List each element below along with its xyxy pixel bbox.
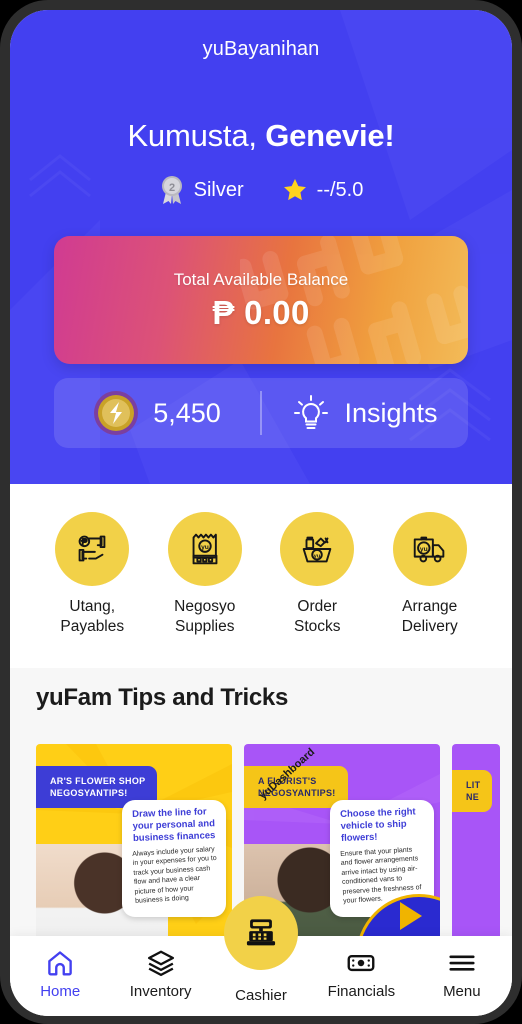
action-circle: yu: [392, 512, 467, 586]
quick-action-order-stocks[interactable]: yu Order Stocks: [269, 512, 365, 637]
quick-action-utang-payables[interactable]: Utang, Payables: [44, 512, 140, 637]
section-title: yuFam Tips and Tricks: [36, 684, 289, 711]
action-label: Negosyo Supplies: [174, 597, 235, 637]
label-line-1: Order: [297, 598, 338, 615]
action-label: Arrange Delivery: [402, 597, 458, 637]
svg-text:2: 2: [169, 182, 175, 194]
action-circle: yu: [167, 512, 242, 586]
svg-text:yu: yu: [314, 554, 321, 560]
badges-row: 2 Silver --/5.0: [10, 175, 512, 205]
bubble-title: Draw the line for your personal and busi…: [132, 806, 216, 844]
heading-line-2: NE: [466, 792, 480, 803]
coin-medal-icon: [94, 391, 139, 435]
nav-label: Inventory: [129, 983, 192, 1000]
balance-label: Total Available Balance: [173, 270, 349, 289]
rating-badge[interactable]: --/5.0: [282, 177, 364, 203]
insights-button[interactable]: Insights: [262, 393, 468, 433]
greeting-text: Kumusta, Genevie!: [10, 118, 512, 154]
home-icon: [48, 951, 73, 976]
cashier-fab-label: Cashier: [235, 987, 287, 1004]
hamburger-menu-icon: [449, 955, 475, 971]
heading-line-1: LIT: [466, 780, 481, 790]
label-line-2: Payables: [60, 617, 125, 635]
label-line-1: Utang,: [69, 598, 116, 615]
insights-label: Insights: [344, 397, 438, 428]
label-line-2: Stocks: [293, 617, 341, 635]
quick-action-arrange-delivery[interactable]: yu Arrange Delivery: [382, 512, 478, 637]
balance-amount: ₱ 0.00: [54, 294, 468, 332]
heading-line-1: AR'S FLOWER SHOP: [50, 776, 146, 786]
supply-bag-icon: yu: [192, 533, 218, 565]
layers-icon: [147, 950, 174, 977]
hands-exchange-peso-icon: [78, 535, 106, 562]
points-value: 5,450: [153, 397, 221, 428]
nav-label: Financials: [327, 983, 396, 1000]
points-insights-bar: 5,450 Insights: [54, 378, 468, 448]
action-circle: [55, 512, 130, 586]
basket-goods-icon: yu: [302, 536, 332, 563]
action-label: Order Stocks: [294, 597, 341, 637]
rating-value: --/5.0: [316, 178, 364, 201]
nav-item-financials[interactable]: Financials: [311, 936, 411, 1000]
tier-label: Silver: [193, 178, 244, 201]
app-title: yuBayanihan: [202, 38, 320, 60]
nav-item-inventory[interactable]: Inventory: [110, 936, 210, 1000]
greeting-prefix: Kumusta,: [127, 118, 266, 153]
app-screen: yuBayanihan Kumusta, Genevie! 2 Silver -…: [10, 10, 512, 1016]
label-line-1: Arrange: [402, 598, 458, 615]
tip-speech-bubble: Draw the line for your personal and busi…: [122, 800, 226, 917]
lightbulb-icon: [294, 395, 329, 429]
phone-device-frame: yuBayanihan Kumusta, Genevie! 2 Silver -…: [0, 0, 522, 1024]
balance-value: 0.00: [244, 294, 310, 331]
currency-symbol: ₱: [212, 294, 235, 331]
banknote-icon: [347, 954, 375, 972]
arrow-wedge-decoration: [400, 902, 422, 930]
label-line-2: Supplies: [175, 617, 235, 635]
star-icon: [283, 178, 306, 201]
delivery-truck-icon: yu: [413, 536, 445, 563]
heading-line-2: NEGOSYANTIPS!: [50, 788, 128, 799]
silver-medal-icon: 2: [161, 176, 182, 204]
label-line-1: Negosyo: [174, 598, 236, 615]
cash-register-icon: [246, 919, 276, 946]
action-label: Utang, Payables: [60, 597, 124, 637]
cashier-fab-button[interactable]: [224, 896, 298, 970]
bubble-title: Choose the right vehicle to ship flowers…: [340, 806, 416, 844]
nav-item-home[interactable]: Home: [10, 936, 110, 1000]
tier-badge[interactable]: 2 Silver: [159, 175, 244, 205]
quick-action-negosyo-supplies[interactable]: yu Negosyo Supplies: [157, 512, 253, 637]
total-balance-card[interactable]: Total Available Balance ₱ 0.00: [54, 236, 468, 364]
nav-label: Home: [40, 983, 81, 1000]
svg-text:yu: yu: [420, 546, 428, 553]
header-section: yuBayanihan Kumusta, Genevie! 2 Silver -…: [10, 10, 512, 484]
nav-label: Menu: [443, 983, 481, 1000]
quick-actions-section: Utang, Payables yu Negosyo Supplies yu O…: [10, 484, 512, 668]
tip-heading: LIT NE: [452, 770, 493, 813]
user-name: Genevie!: [265, 118, 395, 153]
label-line-2: Delivery: [401, 617, 458, 635]
nav-item-menu[interactable]: Menu: [412, 936, 512, 1000]
points-button[interactable]: 5,450: [54, 390, 260, 436]
action-circle: yu: [280, 512, 355, 586]
svg-text:yu: yu: [201, 544, 209, 551]
bubble-body: Always include your salary in your expen…: [132, 845, 217, 905]
